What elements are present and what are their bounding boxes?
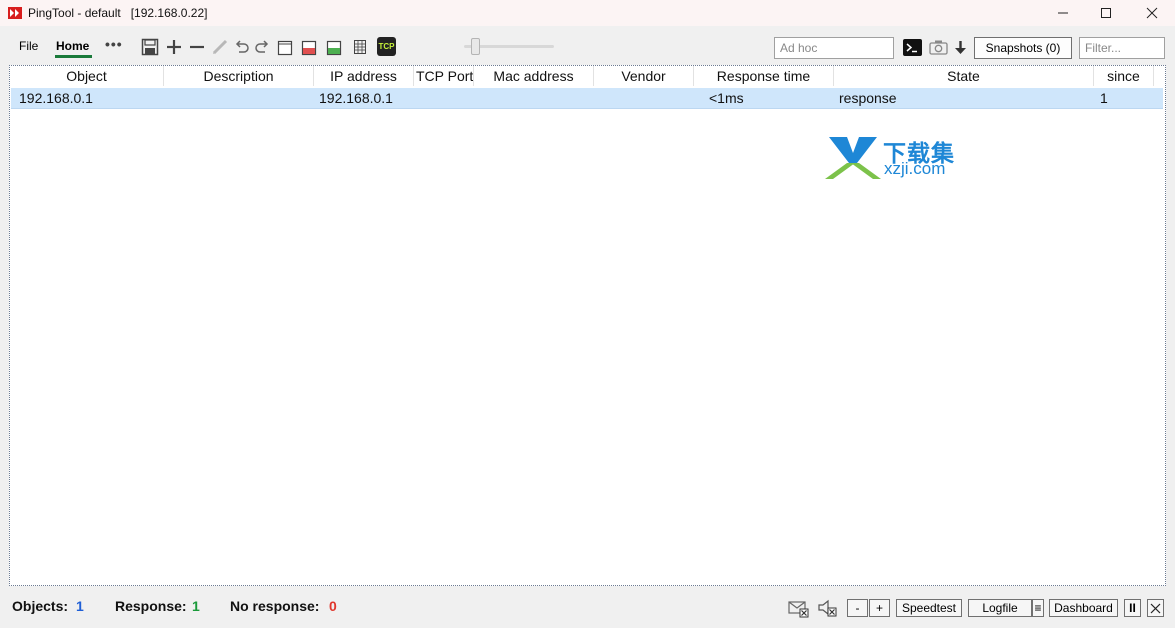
grid-icon[interactable] [351,38,369,56]
pause-button[interactable]: II [1124,599,1141,617]
filter-input[interactable] [1079,37,1165,59]
active-tab-indicator [55,55,92,58]
menu-home[interactable]: Home [56,39,89,53]
column-header-vendor[interactable]: Vendor [594,66,694,86]
column-header-tcp-port[interactable]: TCP Port [414,66,474,86]
increase-button[interactable]: + [869,599,890,617]
more-menu[interactable]: ••• [105,36,123,52]
no-response-count: 0 [329,598,337,614]
tcp-icon[interactable]: TCP [377,37,396,56]
host-list-panel[interactable]: Object Description IP address TCP Port M… [9,65,1166,586]
cell-response-time: <1ms [709,90,744,106]
table-row[interactable]: 192.168.0.1 192.168.0.1 <1ms response 1 [11,88,1163,109]
close-button[interactable] [1129,0,1175,26]
cell-state: response [839,90,897,106]
objects-count: 1 [76,598,84,614]
download-arrow-icon[interactable] [953,39,968,56]
terminal-icon[interactable] [903,39,922,56]
camera-icon[interactable] [929,38,948,56]
zoom-slider-thumb[interactable] [471,38,480,55]
add-icon[interactable] [165,38,183,56]
watermark-logo-icon [825,137,881,179]
response-label: Response: [115,598,187,614]
status-bar: Objects: 1 Response: 1 No response: 0 - … [0,590,1175,628]
response-count: 1 [192,598,200,614]
maximize-button[interactable] [1083,0,1129,26]
app-icon [8,7,22,19]
maximize-icon [1101,8,1111,18]
window-title: PingTool - default [192.168.0.22] [28,6,208,20]
export-green-icon[interactable] [325,38,343,56]
redo-icon[interactable] [253,38,271,56]
save-icon[interactable] [141,38,159,56]
column-header-state[interactable]: State [834,66,1094,86]
minimize-button[interactable] [1040,0,1086,26]
new-document-icon[interactable] [276,38,294,56]
watermark-text-en: xzji.com [884,159,946,178]
logfile-menu-button[interactable]: ≡ [1032,599,1044,617]
menu-file[interactable]: File [19,39,38,53]
cell-object: 192.168.0.1 [19,90,93,106]
mail-disabled-icon[interactable] [788,598,810,618]
sound-disabled-icon[interactable] [817,598,839,618]
close-small-icon [1150,603,1161,613]
logfile-button[interactable]: Logfile [968,599,1032,617]
dashboard-button[interactable]: Dashboard [1049,599,1118,617]
column-header-description[interactable]: Description [164,66,314,86]
close-panel-button[interactable] [1147,599,1164,617]
column-header-response-time[interactable]: Response time [694,66,834,86]
export-red-icon[interactable] [300,38,318,56]
cell-since: 1 [1100,90,1108,106]
snapshots-button[interactable]: Snapshots (0) [974,37,1072,59]
adhoc-input[interactable] [774,37,894,59]
column-header-ip-address[interactable]: IP address [314,66,414,86]
column-header-mac-address[interactable]: Mac address [474,66,594,86]
speedtest-button[interactable]: Speedtest [896,599,962,617]
tcp-badge-label: TCP [378,42,395,51]
minimize-icon [1058,12,1068,14]
remove-icon[interactable] [188,38,206,56]
cell-ip-address: 192.168.0.1 [319,90,393,106]
column-header-since[interactable]: since [1094,66,1154,86]
objects-label: Objects: [12,598,69,614]
edit-icon[interactable] [211,38,229,56]
no-response-label: No response: [230,598,320,614]
title-bar: PingTool - default [192.168.0.22] [0,0,1175,26]
close-icon [1146,7,1158,19]
column-header-object[interactable]: Object [10,66,164,86]
decrease-button[interactable]: - [847,599,868,617]
undo-icon[interactable] [233,38,251,56]
